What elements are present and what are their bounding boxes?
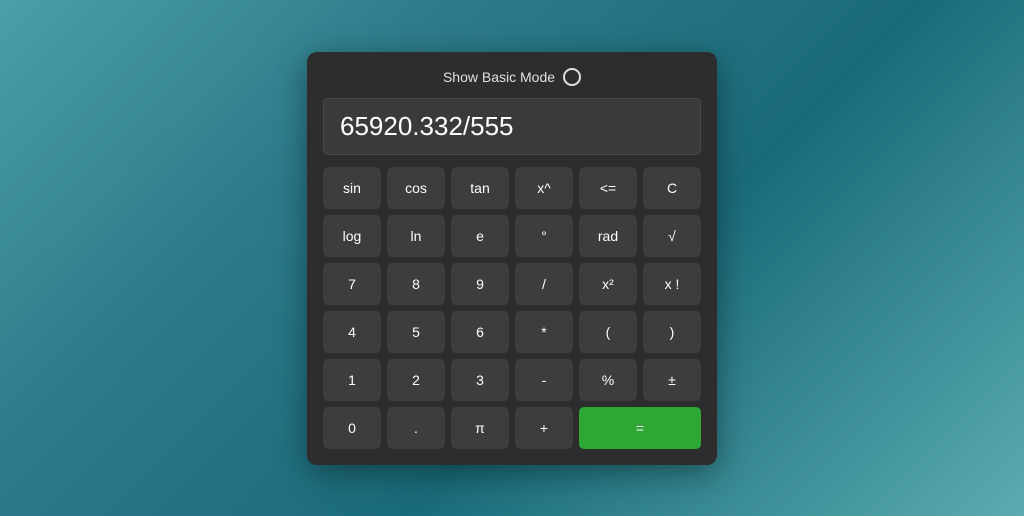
decimal-button[interactable]: . [387, 407, 445, 449]
four-button[interactable]: 4 [323, 311, 381, 353]
tan-button[interactable]: tan [451, 167, 509, 209]
close-paren-button[interactable]: ) [643, 311, 701, 353]
factorial-button[interactable]: x ! [643, 263, 701, 305]
nine-button[interactable]: 9 [451, 263, 509, 305]
seven-button[interactable]: 7 [323, 263, 381, 305]
equals-button[interactable]: = [579, 407, 701, 449]
five-button[interactable]: 5 [387, 311, 445, 353]
two-button[interactable]: 2 [387, 359, 445, 401]
one-button[interactable]: 1 [323, 359, 381, 401]
clear-button[interactable]: C [643, 167, 701, 209]
calculator-header: Show Basic Mode [323, 68, 701, 86]
add-button[interactable]: + [515, 407, 573, 449]
sin-button[interactable]: sin [323, 167, 381, 209]
power-button[interactable]: x^ [515, 167, 573, 209]
circle-icon[interactable] [563, 68, 581, 86]
degree-button[interactable]: ° [515, 215, 573, 257]
display-value: 65920.332/555 [340, 111, 514, 142]
eight-button[interactable]: 8 [387, 263, 445, 305]
three-button[interactable]: 3 [451, 359, 509, 401]
calculator: Show Basic Mode 65920.332/555 sin cos ta… [307, 52, 717, 465]
rad-button[interactable]: rad [579, 215, 637, 257]
backspace-button[interactable]: <= [579, 167, 637, 209]
zero-button[interactable]: 0 [323, 407, 381, 449]
plusminus-button[interactable]: ± [643, 359, 701, 401]
cos-button[interactable]: cos [387, 167, 445, 209]
sqrt-button[interactable]: √ [643, 215, 701, 257]
euler-button[interactable]: e [451, 215, 509, 257]
percent-button[interactable]: % [579, 359, 637, 401]
display: 65920.332/555 [323, 98, 701, 155]
subtract-button[interactable]: - [515, 359, 573, 401]
square-button[interactable]: x² [579, 263, 637, 305]
open-paren-button[interactable]: ( [579, 311, 637, 353]
divide-button[interactable]: / [515, 263, 573, 305]
ln-button[interactable]: ln [387, 215, 445, 257]
mode-label[interactable]: Show Basic Mode [443, 69, 555, 85]
multiply-button[interactable]: * [515, 311, 573, 353]
six-button[interactable]: 6 [451, 311, 509, 353]
buttons-grid: sin cos tan x^ <= C log ln e ° rad √ 7 8… [323, 167, 701, 449]
log-button[interactable]: log [323, 215, 381, 257]
pi-button[interactable]: π [451, 407, 509, 449]
